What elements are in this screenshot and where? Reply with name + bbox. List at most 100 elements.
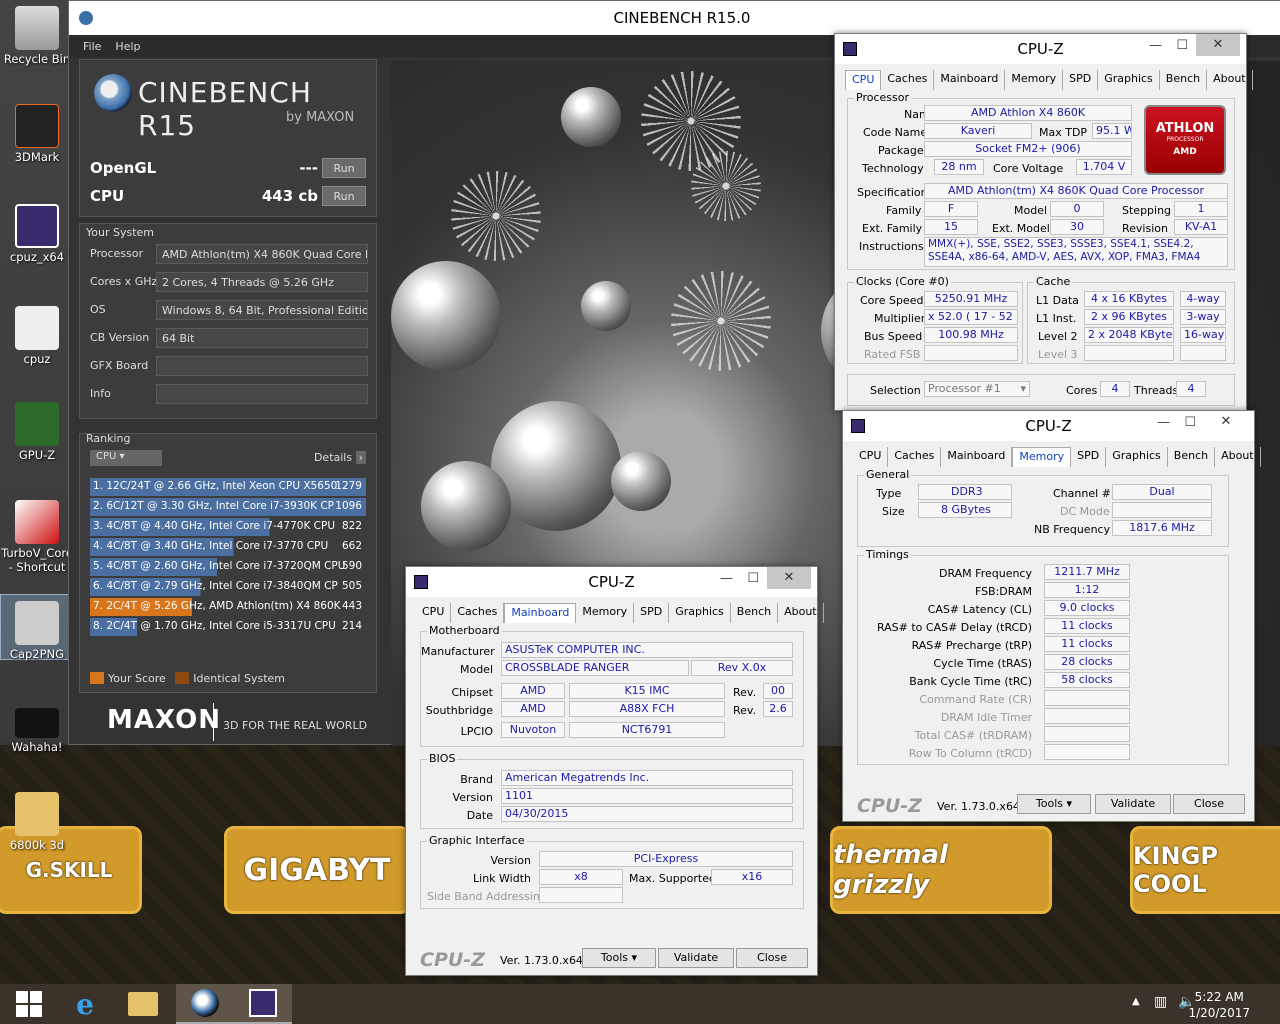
- close-button[interactable]: Close: [736, 948, 808, 968]
- ranking-select[interactable]: CPU ▾: [90, 450, 162, 466]
- close-button[interactable]: Close: [1173, 794, 1245, 814]
- cpuz-footer: CPU-Z Ver. 1.73.0.x64 Tools ▾ Validate C…: [406, 945, 817, 975]
- taskbar-cpuz[interactable]: [234, 984, 292, 1024]
- maximize-icon[interactable]: ☐: [747, 571, 759, 586]
- cores-count: 4: [1100, 381, 1130, 397]
- render-sphere: [611, 451, 671, 511]
- cpu-run-button[interactable]: Run: [322, 186, 366, 206]
- processor-group: Processor Name AMD Athlon X4 860K Code N…: [847, 91, 1235, 270]
- minimize-icon[interactable]: —: [1157, 415, 1170, 430]
- maximize-icon[interactable]: ☐: [1176, 38, 1188, 53]
- show-hidden-icons-icon[interactable]: ▲: [1132, 996, 1140, 1007]
- network-icon[interactable]: ▥: [1154, 994, 1167, 1010]
- tab-memory[interactable]: Memory: [1005, 70, 1064, 90]
- system-row: CB Version 64 Bit: [88, 328, 370, 348]
- processor-name: AMD Athlon X4 860K: [924, 105, 1132, 121]
- tab-graphics[interactable]: Graphics: [1106, 447, 1168, 467]
- tab-about[interactable]: About: [1215, 447, 1261, 467]
- instructions: MMX(+), SSE, SSE2, SSE3, SSSE3, SSE4.1, …: [924, 237, 1228, 267]
- ranking-row[interactable]: 2. 6C/12T @ 3.30 GHz, Intel Core i7-3930…: [90, 498, 366, 516]
- tab-caches[interactable]: Caches: [451, 603, 505, 623]
- taskbar-internet-explorer[interactable]: e: [56, 984, 114, 1024]
- cpuz-version: Ver. 1.73.0.x64: [500, 954, 583, 967]
- tab-mainboard[interactable]: Mainboard: [941, 447, 1013, 467]
- taskbar-file-explorer[interactable]: [114, 984, 172, 1024]
- opengl-run-button[interactable]: Run: [322, 158, 366, 178]
- tab-cpu[interactable]: CPU: [853, 447, 889, 467]
- cpuz-mainboard-window: CPU-Z — ☐ ✕ CPU Caches Mainboard Memory …: [405, 566, 824, 976]
- tools-button[interactable]: Tools ▾: [1017, 794, 1091, 814]
- desktop-icon-recycle-bin[interactable]: Recycle Bin: [0, 6, 74, 66]
- ranking-row[interactable]: 6. 4C/8T @ 2.79 GHz, Intel Core i7-3840Q…: [90, 578, 366, 596]
- tab-mainboard[interactable]: Mainboard: [934, 70, 1006, 90]
- timings-group: Timings DRAM Frequency 1211.7 MHz FSB:DRA…: [857, 548, 1229, 765]
- cinebench-titlebar[interactable]: CINEBENCH R15.0: [69, 1, 1280, 35]
- cpu-score: 443 cb: [261, 187, 318, 205]
- clocks-group: Clocks (Core #0) Core Speed 5250.91 MHz …: [847, 275, 1023, 364]
- start-button[interactable]: [0, 984, 58, 1024]
- tab-memory[interactable]: Memory: [576, 603, 635, 623]
- minimize-icon[interactable]: —: [1149, 38, 1162, 53]
- ranking-row[interactable]: 5. 4C/8T @ 2.60 GHz, Intel Core i7-3720Q…: [90, 558, 366, 576]
- maximize-icon[interactable]: ☐: [1184, 415, 1196, 430]
- cinebench-icon: [191, 989, 219, 1017]
- tools-button[interactable]: Tools ▾: [582, 948, 656, 968]
- details-button[interactable]: Details ›: [314, 451, 366, 464]
- close-icon[interactable]: ✕: [1196, 34, 1240, 56]
- cpuz-brand: CPU-Z: [420, 949, 485, 971]
- logo-title: CINEBENCH R15: [138, 76, 312, 142]
- desktop-icon-turbov[interactable]: TurboV_Core - Shortcut: [0, 500, 74, 574]
- tab-cpu[interactable]: CPU: [845, 70, 882, 90]
- tab-caches[interactable]: Caches: [888, 447, 942, 467]
- desktop-icon-gpuz[interactable]: GPU-Z: [0, 402, 74, 462]
- cpuz-titlebar[interactable]: CPU-Z — ☐ ✕: [406, 567, 817, 597]
- cpu-label: CPU: [90, 187, 125, 205]
- desktop-icon-cpuz-x64[interactable]: cpuz_x64: [0, 204, 74, 264]
- desktop-icon-folder[interactable]: 6800k 3d: [0, 792, 74, 852]
- bios-version: 1101: [501, 788, 793, 804]
- ranking-row[interactable]: 8. 2C/4T @ 1.70 GHz, Intel Core i5-3317U…: [90, 618, 366, 636]
- tab-bench[interactable]: Bench: [1168, 447, 1216, 467]
- menu-help[interactable]: Help: [115, 40, 140, 53]
- close-icon[interactable]: ✕: [767, 567, 811, 589]
- minimize-icon[interactable]: —: [720, 571, 733, 586]
- taskbar-cinebench[interactable]: [176, 984, 234, 1024]
- validate-button[interactable]: Validate: [1095, 794, 1171, 814]
- tab-caches[interactable]: Caches: [881, 70, 935, 90]
- tab-bench[interactable]: Bench: [731, 603, 779, 623]
- cpuz-footer: CPU-Z Ver. 1.73.0.x64 Tools ▾ Validate C…: [843, 791, 1254, 821]
- ranking-row[interactable]: 3. 4C/8T @ 4.40 GHz, Intel Core i7-4770K…: [90, 518, 366, 536]
- core-voltage: 1.704 V: [1076, 159, 1132, 175]
- tab-spd[interactable]: SPD: [1063, 70, 1099, 90]
- close-icon[interactable]: ✕: [1204, 411, 1248, 433]
- desktop-icon-wahaha[interactable]: Wahaha!: [0, 700, 74, 754]
- gi-version: PCI-Express: [539, 851, 793, 867]
- tab-about[interactable]: About: [1207, 70, 1253, 90]
- desktop-icon-cap2png[interactable]: Cap2PNG: [0, 594, 74, 661]
- ranking-row-your-score[interactable]: 7. 2C/4T @ 5.26 GHz, AMD Athlon(tm) X4 8…: [90, 598, 366, 616]
- tab-about[interactable]: About: [778, 603, 824, 623]
- tab-cpu[interactable]: CPU: [416, 603, 452, 623]
- tab-graphics[interactable]: Graphics: [1098, 70, 1160, 90]
- tab-spd[interactable]: SPD: [634, 603, 670, 623]
- ranking-row[interactable]: 4. 4C/8T @ 3.40 GHz, Intel Core i7-3770 …: [90, 538, 366, 556]
- tab-graphics[interactable]: Graphics: [669, 603, 731, 623]
- validate-button[interactable]: Validate: [658, 948, 734, 968]
- desktop-icon-3dmark[interactable]: 3DMark: [0, 104, 74, 164]
- tab-bench[interactable]: Bench: [1160, 70, 1208, 90]
- system-clock[interactable]: 5:22 AM 1/20/2017: [1188, 989, 1250, 1021]
- menu-file[interactable]: File: [83, 40, 101, 53]
- cpuz-titlebar[interactable]: CPU-Z — ☐ ✕: [835, 34, 1246, 64]
- processor-select[interactable]: Processor #1 ▾: [924, 381, 1030, 397]
- ranking-row[interactable]: 1. 12C/24T @ 2.66 GHz, Intel Xeon CPU X5…: [90, 478, 366, 496]
- desktop-icon-cpuz[interactable]: cpuz: [0, 306, 74, 366]
- tab-spd[interactable]: SPD: [1071, 447, 1107, 467]
- cpuz-titlebar[interactable]: CPU-Z — ☐ ✕: [843, 411, 1254, 441]
- graphic-interface-group: Graphic Interface Version PCI-Express Li…: [420, 834, 804, 909]
- memory-type: DDR3: [918, 484, 1012, 500]
- max-supported: x16: [711, 869, 793, 885]
- turbov-icon: [15, 500, 59, 544]
- tab-memory[interactable]: Memory: [1012, 447, 1072, 467]
- tab-mainboard[interactable]: Mainboard: [504, 603, 577, 623]
- memory-module-icon: [15, 708, 59, 738]
